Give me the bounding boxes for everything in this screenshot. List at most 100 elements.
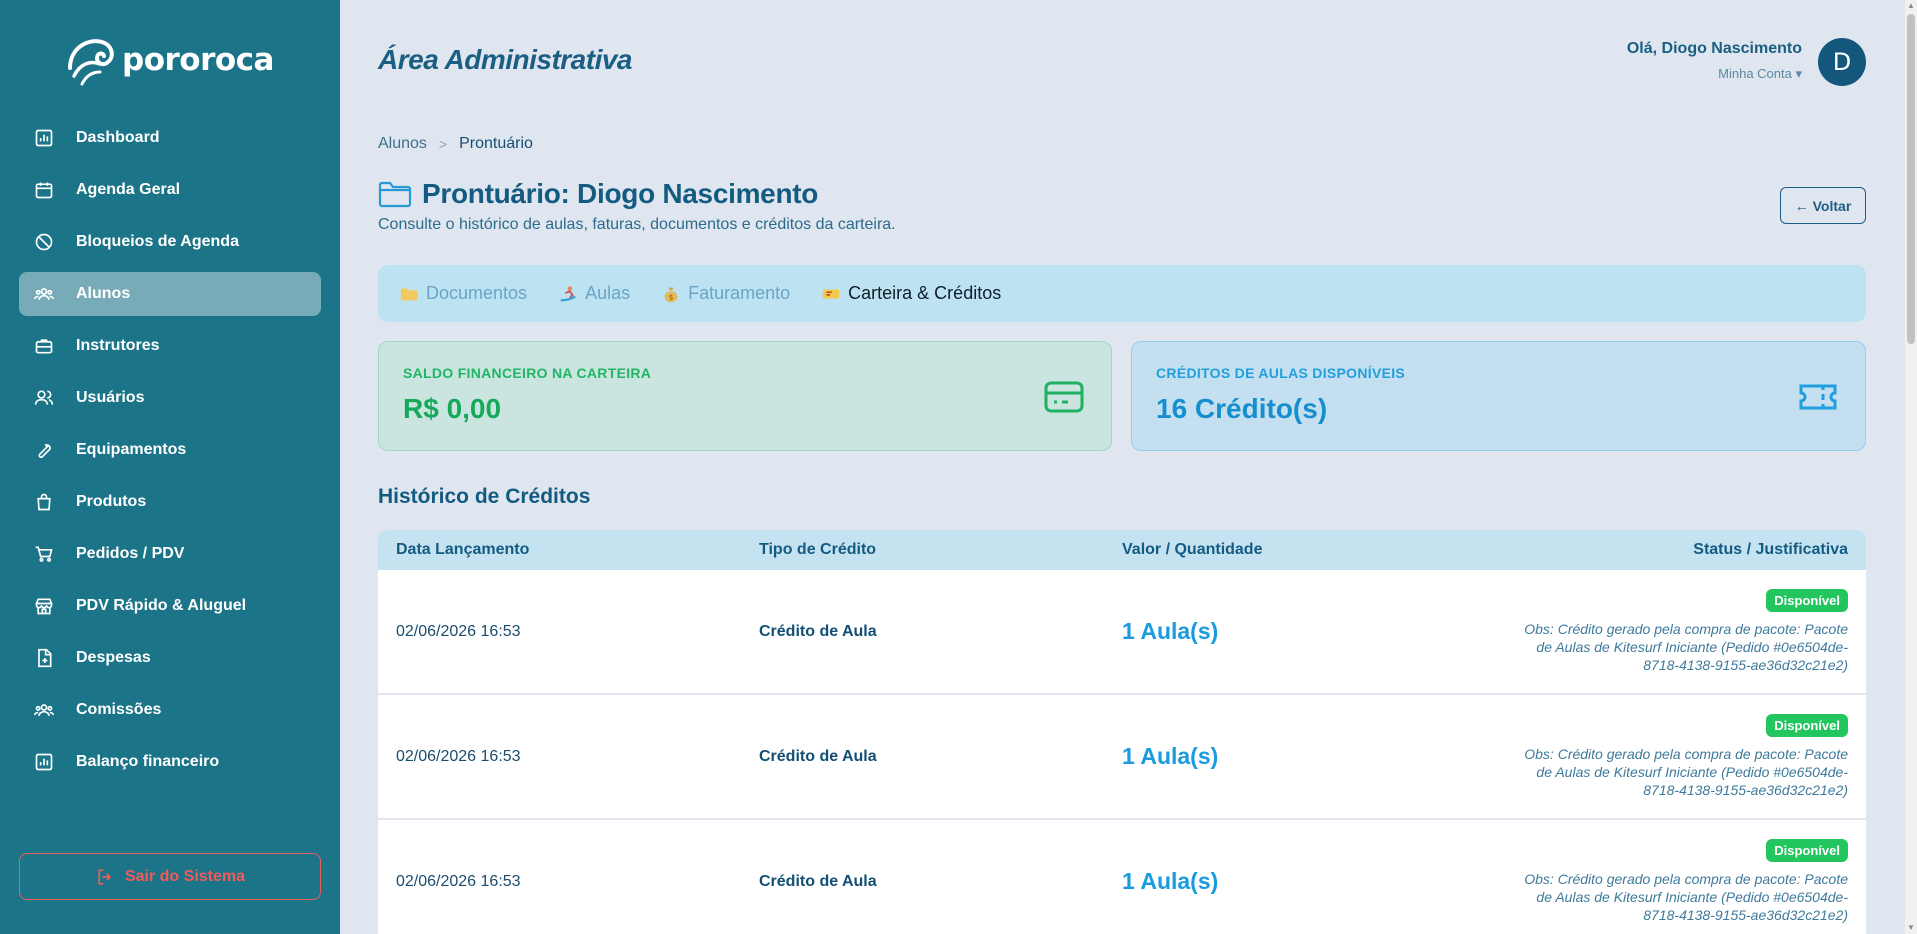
status-badge: Disponível: [1766, 839, 1848, 862]
ticket-outline-icon: [1797, 378, 1839, 416]
sidebar-item-equipamentos[interactable]: Equipamentos: [19, 428, 321, 472]
sidebar-item-despesas[interactable]: Despesas: [19, 636, 321, 680]
sidebar-item-label: Usuários: [76, 389, 145, 406]
lesson-credits-label: CRÉDITOS DE AULAS DISPONÍVEIS: [1156, 365, 1406, 381]
sidebar-item-label: Comissões: [76, 701, 162, 718]
svg-text:$: $: [669, 292, 674, 301]
row-status: Disponível Obs: Crédito gerado pela comp…: [1485, 714, 1848, 799]
user-greeting: Olá, Diogo Nascimento: [1626, 40, 1802, 57]
scrollbar-thumb[interactable]: [1907, 14, 1915, 344]
wrench-icon: [33, 439, 55, 461]
scroll-up-arrow-icon[interactable]: ▲: [1907, 2, 1915, 10]
row-type: Crédito de Aula: [759, 747, 877, 765]
credits-history-table: Data Lançamento Tipo de Crédito Valor / …: [378, 530, 1866, 934]
status-badge: Disponível: [1766, 714, 1848, 737]
row-type: Crédito de Aula: [759, 622, 877, 640]
credits-history-title: Histórico de Créditos: [378, 485, 591, 508]
row-type: Crédito de Aula: [759, 872, 877, 890]
wallet-balance-card: SALDO FINANCEIRO NA CARTEIRA R$ 0,00: [378, 341, 1112, 451]
logout-label: Sair do Sistema: [124, 867, 246, 885]
sidebar-item-bloqueios[interactable]: Bloqueios de Agenda: [19, 220, 321, 264]
calendar-icon: [33, 179, 55, 201]
sidebar-item-dashboard[interactable]: Dashboard: [19, 116, 321, 160]
sidebar-item-comissoes[interactable]: Comissões: [19, 688, 321, 732]
breadcrumb-current: Prontuário: [459, 135, 533, 152]
wallet-balance-label: SALDO FINANCEIRO NA CARTEIRA: [403, 365, 652, 381]
column-header-status: Status / Justificativa: [1693, 541, 1848, 558]
surfer-icon: [557, 283, 579, 305]
row-date: 02/06/2026 16:53: [396, 622, 521, 640]
sidebar-item-label: Bloqueios de Agenda: [76, 233, 239, 250]
sidebar-item-instrutores[interactable]: Instrutores: [19, 324, 321, 368]
folder-emoji-icon: [398, 283, 420, 305]
row-amount: 1 Aula(s): [1122, 868, 1219, 894]
breadcrumb-separator-icon: >: [438, 136, 448, 152]
row-justification: Obs: Crédito gerado pela compra de pacot…: [1524, 871, 1848, 923]
chart-bars-icon: [33, 127, 55, 149]
page-title-row: Prontuário: Diogo Nascimento: [378, 178, 818, 210]
sidebar-item-label: Produtos: [76, 493, 147, 510]
folder-icon: [378, 181, 412, 208]
column-header-type: Tipo de Crédito: [759, 541, 877, 558]
sidebar-item-usuarios[interactable]: Usuários: [19, 376, 321, 420]
users-group-icon: [33, 283, 55, 305]
sidebar-item-label: Equipamentos: [76, 441, 187, 458]
credit-card-icon: [1043, 378, 1085, 416]
tab-bar: Documentos Aulas $ Faturamento Carteira …: [378, 265, 1866, 322]
sidebar-item-label: Alunos: [76, 285, 131, 302]
sidebar-item-balanco[interactable]: Balanço financeiro: [19, 740, 321, 784]
table-row: 02/06/2026 16:53 Crédito de Aula 1 Aula(…: [378, 695, 1866, 820]
row-amount: 1 Aula(s): [1122, 618, 1219, 644]
sidebar-item-produtos[interactable]: Produtos: [19, 480, 321, 524]
row-date: 02/06/2026 16:53: [396, 872, 521, 890]
sidebar-item-pdv-rapido[interactable]: PDV Rápido & Aluguel: [19, 584, 321, 628]
table-row: 02/06/2026 16:53 Crédito de Aula 1 Aula(…: [378, 820, 1866, 934]
column-header-date: Data Lançamento: [396, 541, 530, 558]
file-plus-icon: [33, 647, 55, 669]
sidebar-item-label: Agenda Geral: [76, 181, 181, 198]
tab-faturamento[interactable]: $ Faturamento: [660, 283, 790, 305]
sidebar-item-label: PDV Rápido & Aluguel: [76, 597, 247, 614]
sidebar-item-agenda-geral[interactable]: Agenda Geral: [19, 168, 321, 212]
sidebar-item-alunos[interactable]: Alunos: [19, 272, 321, 316]
row-justification: Obs: Crédito gerado pela compra de pacot…: [1524, 746, 1848, 798]
tab-aulas[interactable]: Aulas: [557, 283, 630, 305]
sidebar-item-label: Dashboard: [76, 129, 160, 146]
store-icon: [33, 595, 55, 617]
ban-icon: [33, 231, 55, 253]
row-date: 02/06/2026 16:53: [396, 747, 521, 765]
back-button[interactable]: ← Voltar: [1780, 187, 1866, 224]
area-title: Área Administrativa: [378, 44, 633, 75]
user-menu[interactable]: Olá, Diogo Nascimento Minha Conta ▾: [1627, 40, 1802, 82]
logout-icon: [98, 869, 112, 884]
users-icon: [33, 387, 55, 409]
tab-documentos[interactable]: Documentos: [398, 283, 527, 305]
brand-logo[interactable]: pororoca: [60, 30, 274, 90]
page-subtitle: Consulte o histórico de aulas, faturas, …: [378, 216, 896, 233]
sidebar-item-label: Despesas: [76, 649, 151, 666]
users-group-icon: [33, 699, 55, 721]
briefcase-icon: [33, 335, 55, 357]
avatar[interactable]: D: [1818, 38, 1866, 86]
row-amount: 1 Aula(s): [1122, 743, 1219, 769]
tab-carteira-creditos[interactable]: Carteira & Créditos: [820, 283, 1001, 305]
row-status: Disponível Obs: Crédito gerado pela comp…: [1485, 839, 1848, 924]
sidebar-item-pedidos[interactable]: Pedidos / PDV: [19, 532, 321, 576]
shopping-bag-icon: [33, 491, 55, 513]
breadcrumb-link-alunos[interactable]: Alunos: [378, 135, 427, 153]
account-dropdown[interactable]: Minha Conta ▾: [1627, 66, 1802, 82]
logout-button[interactable]: Sair do Sistema: [19, 853, 321, 900]
tab-label: Faturamento: [688, 283, 791, 303]
sidebar-nav: Dashboard Agenda Geral Bloqueios de Agen…: [19, 116, 321, 792]
row-status: Disponível Obs: Crédito gerado pela comp…: [1485, 589, 1848, 674]
scroll-down-arrow-icon[interactable]: ▼: [1907, 924, 1915, 932]
lesson-credits-card: CRÉDITOS DE AULAS DISPONÍVEIS 16 Crédito…: [1131, 341, 1866, 451]
tab-label: Documentos: [426, 283, 528, 303]
breadcrumb: Alunos > Prontuário: [378, 135, 533, 153]
sidebar: pororoca Dashboard Agenda Geral Bloqueio…: [0, 0, 340, 934]
wave-logo-icon: [68, 39, 114, 86]
page-scrollbar[interactable]: ▲ ▼: [1905, 0, 1917, 934]
lesson-credits-value: 16 Crédito(s): [1156, 393, 1328, 424]
brand-name: pororoca: [122, 42, 274, 78]
row-justification: Obs: Crédito gerado pela compra de pacot…: [1524, 621, 1848, 673]
